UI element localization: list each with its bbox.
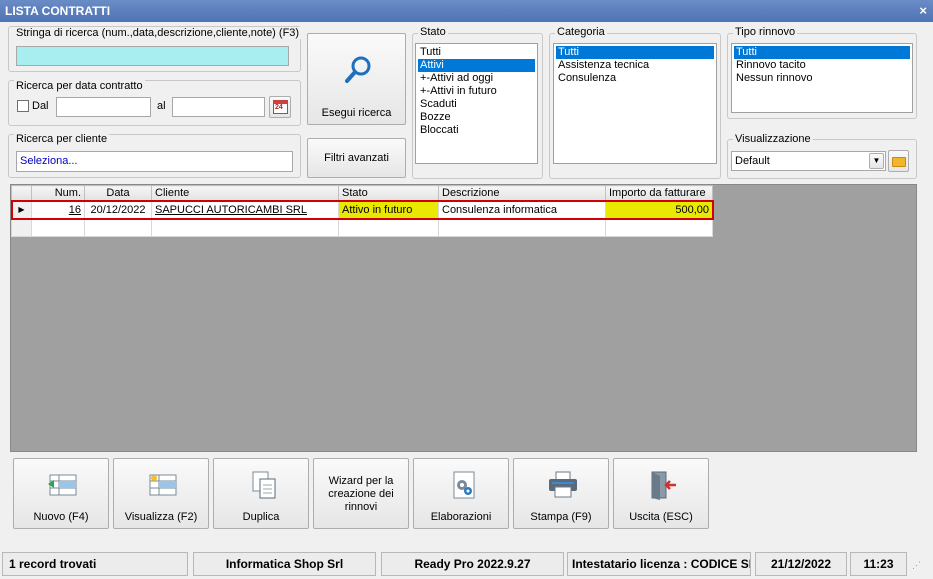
stato-listbox[interactable]: Tutti Attivi +-Attivi ad oggi +-Attivi in f… bbox=[415, 43, 538, 164]
visualizzazione-value: Default bbox=[735, 155, 770, 167]
cell-importo: 500,00 bbox=[605, 200, 713, 219]
folder-button[interactable] bbox=[888, 150, 909, 172]
contracts-grid[interactable]: Num. Data Cliente Stato Descrizione Impo… bbox=[10, 184, 917, 452]
cell-stato: Attivo in futuro bbox=[338, 200, 439, 219]
cell-num[interactable]: 16 bbox=[31, 200, 85, 219]
contracts-table: Num. Data Cliente Stato Descrizione Impo… bbox=[10, 185, 714, 237]
search-input[interactable] bbox=[16, 46, 289, 66]
cell-descrizione: Consulenza informatica bbox=[438, 200, 606, 219]
visualizzazione-label: Visualizzazione bbox=[733, 133, 813, 145]
close-icon[interactable]: × bbox=[919, 0, 927, 22]
printer-icon bbox=[549, 471, 577, 498]
date-group-label: Ricerca per data contratto bbox=[14, 80, 145, 92]
table-row-empty[interactable] bbox=[11, 218, 713, 237]
stato-item[interactable]: +-Attivi in futuro bbox=[418, 85, 535, 98]
elaborazioni-button[interactable]: Elaborazioni bbox=[413, 458, 509, 529]
chevron-down-icon[interactable]: ▼ bbox=[869, 153, 884, 169]
nuovo-button[interactable]: Nuovo (F4) bbox=[13, 458, 109, 529]
cell-data: 20/12/2022 bbox=[84, 200, 152, 219]
cliente-group-label: Ricerca per cliente bbox=[14, 133, 110, 145]
date-to-input[interactable] bbox=[172, 97, 265, 117]
rinnovo-listbox[interactable]: Tutti Rinnovo tacito Nessun rinnovo bbox=[731, 43, 913, 113]
stato-item[interactable]: Scaduti bbox=[418, 98, 535, 111]
view-record-icon bbox=[149, 474, 177, 496]
status-company: Informatica Shop Srl bbox=[193, 552, 376, 576]
stato-item[interactable]: Bloccati bbox=[418, 124, 535, 137]
status-date: 21/12/2022 bbox=[755, 552, 847, 576]
visualizzazione-select[interactable]: Default ▼ bbox=[731, 151, 886, 171]
rinnovo-item[interactable]: Tutti bbox=[734, 46, 910, 59]
calendar-button[interactable]: 24 bbox=[269, 96, 291, 118]
resize-grip-icon[interactable]: ⋰ bbox=[912, 560, 921, 571]
gears-icon bbox=[453, 471, 475, 499]
search-label: Stringa di ricerca (num.,data,descrizion… bbox=[14, 27, 302, 39]
new-record-icon bbox=[48, 474, 77, 496]
folder-icon bbox=[892, 157, 906, 167]
stato-item[interactable]: Attivi bbox=[418, 59, 535, 72]
row-header-corner bbox=[11, 185, 32, 201]
col-data[interactable]: Data bbox=[84, 185, 152, 201]
duplica-button[interactable]: Duplica bbox=[213, 458, 309, 529]
status-license: Intestatario licenza : CODICE SR bbox=[567, 552, 751, 576]
categoria-listbox[interactable]: Tutti Assistenza tecnica Consulenza bbox=[553, 43, 717, 164]
date-from-input[interactable] bbox=[56, 97, 151, 117]
uscita-button[interactable]: Uscita (ESC) bbox=[613, 458, 709, 529]
categoria-item[interactable]: Consulenza bbox=[556, 72, 714, 85]
window-title: LISTA CONTRATTI bbox=[0, 0, 933, 22]
exit-door-icon bbox=[651, 471, 676, 500]
table-row[interactable]: ▶ 16 20/12/2022 SAPUCCI AUTORICAMBI SRL … bbox=[10, 199, 714, 220]
cliente-select[interactable]: Seleziona... bbox=[16, 151, 293, 172]
dal-label: Dal bbox=[32, 100, 49, 112]
advanced-filters-button[interactable]: Filtri avanzati bbox=[307, 138, 406, 178]
rinnovo-label: Tipo rinnovo bbox=[733, 26, 798, 38]
col-num[interactable]: Num. bbox=[31, 185, 85, 201]
col-descrizione[interactable]: Descrizione bbox=[438, 185, 606, 201]
search-icon bbox=[345, 56, 371, 83]
rinnovo-item[interactable]: Nessun rinnovo bbox=[734, 72, 910, 85]
categoria-item[interactable]: Tutti bbox=[556, 46, 714, 59]
cell-cliente[interactable]: SAPUCCI AUTORICAMBI SRL bbox=[151, 200, 339, 219]
rinnovo-item[interactable]: Rinnovo tacito bbox=[734, 59, 910, 72]
search-button[interactable]: Esegui ricerca bbox=[307, 33, 406, 125]
stampa-button[interactable]: Stampa (F9) bbox=[513, 458, 609, 529]
duplicate-icon bbox=[252, 471, 276, 499]
calendar-icon: 24 bbox=[273, 100, 288, 114]
wizard-button[interactable]: Wizard per la creazione dei rinnovi bbox=[313, 458, 409, 529]
dal-checkbox[interactable] bbox=[17, 100, 29, 112]
search-button-label: Esegui ricerca bbox=[321, 107, 392, 119]
categoria-label: Categoria bbox=[555, 26, 607, 38]
al-label: al bbox=[157, 100, 166, 112]
status-time: 11:23 bbox=[850, 552, 907, 576]
col-cliente[interactable]: Cliente bbox=[151, 185, 339, 201]
stato-label: Stato bbox=[418, 26, 448, 38]
col-importo[interactable]: Importo da fatturare bbox=[605, 185, 713, 201]
stato-item[interactable]: +-Attivi ad oggi bbox=[418, 72, 535, 85]
status-version: Ready Pro 2022.9.27 bbox=[381, 552, 564, 576]
visualizza-button[interactable]: Visualizza (F2) bbox=[113, 458, 209, 529]
status-records: 1 record trovati bbox=[2, 552, 188, 576]
row-pointer-icon: ▶ bbox=[11, 200, 32, 219]
stato-item[interactable]: Bozze bbox=[418, 111, 535, 124]
col-stato[interactable]: Stato bbox=[338, 185, 439, 201]
stato-item[interactable]: Tutti bbox=[418, 46, 535, 59]
categoria-item[interactable]: Assistenza tecnica bbox=[556, 59, 714, 72]
